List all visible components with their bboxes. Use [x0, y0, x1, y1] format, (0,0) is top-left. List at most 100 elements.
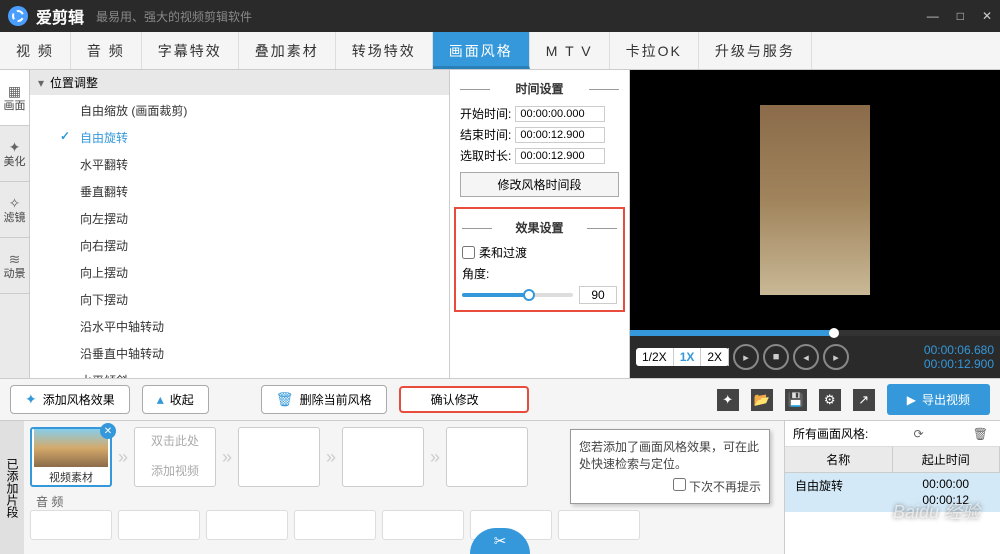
watermark: Baidu 经验	[893, 498, 980, 524]
arrow-icon: »	[118, 447, 128, 468]
sidetab-beauty[interactable]: ✦美化	[0, 126, 29, 182]
tab-overlay[interactable]: 叠加素材	[239, 32, 336, 69]
new-icon[interactable]: ✦	[717, 389, 739, 411]
maximize-button[interactable]: □	[957, 9, 964, 23]
tooltip: 您若添加了画面风格效果，可在此处快速检索与定位。 下次不再提示	[570, 429, 770, 504]
collapse-button[interactable]: ▴收起	[142, 385, 209, 414]
effect-item[interactable]: 自由旋转	[30, 124, 449, 151]
collapse-icon: ▾	[38, 76, 44, 90]
tab-style[interactable]: 画面风格	[433, 32, 530, 69]
start-time-input[interactable]	[515, 106, 605, 122]
save-icon[interactable]: 💾	[785, 389, 807, 411]
empty-clip-slot[interactable]	[238, 427, 320, 487]
app-slogan: 最易用、强大的视频剪辑软件	[96, 8, 252, 25]
arrow-icon: »	[326, 447, 336, 468]
stop-button[interactable]: ■	[763, 344, 789, 370]
effect-item[interactable]: 向右摆动	[30, 232, 449, 259]
video-preview: 1/2X 1X 2X ▸ ■ ◂ ▸ 00:00:06.680 00:00:12…	[630, 70, 1000, 378]
settings-icon[interactable]: ⚙	[819, 389, 841, 411]
effect-item[interactable]: 沿水平中轴转动	[30, 313, 449, 340]
video-canvas[interactable]	[630, 70, 1000, 330]
trash-icon: 🗑	[276, 391, 294, 408]
effect-item[interactable]: 向上摆动	[30, 259, 449, 286]
tab-karaoke[interactable]: 卡拉OK	[610, 32, 699, 69]
audio-track	[30, 510, 778, 540]
tab-subtitle[interactable]: 字幕特效	[142, 32, 239, 69]
effects-category-header[interactable]: ▾ 位置调整	[30, 70, 449, 95]
add-style-button[interactable]: ✦添加风格效果	[10, 385, 130, 414]
open-icon[interactable]: 📂	[751, 389, 773, 411]
wand-icon: ✦	[25, 391, 37, 408]
audio-clip-slot[interactable]	[294, 510, 376, 540]
arrow-icon: »	[430, 447, 440, 468]
effect-item[interactable]: 水平翻转	[30, 151, 449, 178]
settings-panel: 时间设置 开始时间: 结束时间: 选取时长: 修改风格时间段 效果设置 柔和过渡…	[450, 70, 630, 378]
delete-style-button[interactable]: 🗑删除当前风格	[261, 385, 387, 414]
add-video-placeholder[interactable]: 双击此处添加视频	[134, 427, 216, 487]
total-time: 00:00:12.900	[924, 357, 994, 371]
delete-clip-icon[interactable]: ✕	[100, 423, 116, 439]
next-frame-button[interactable]: ▸	[823, 344, 849, 370]
modify-time-button[interactable]: 修改风格时间段	[460, 172, 619, 197]
refresh-icon[interactable]: ⟳	[910, 427, 928, 441]
app-name: 爱剪辑	[36, 4, 84, 28]
title-bar: 爱剪辑 最易用、强大的视频剪辑软件 — □ ✕	[0, 0, 1000, 32]
sidetab-scene[interactable]: ≋动景	[0, 238, 29, 294]
video-clip[interactable]: ✕ 视频素材	[30, 427, 112, 487]
sidetab-filter[interactable]: ✧滤镜	[0, 182, 29, 238]
duration-input[interactable]	[515, 148, 605, 164]
effect-item[interactable]: 自由缩放 (画面裁剪)	[30, 97, 449, 124]
main-tabs: 视 频 音 频 字幕特效 叠加素材 转场特效 画面风格 M T V 卡拉OK 升…	[0, 32, 1000, 70]
angle-slider[interactable]	[462, 293, 573, 297]
playback-progress[interactable]	[630, 330, 1000, 336]
share-icon[interactable]: ↗	[853, 389, 875, 411]
effect-item[interactable]: 沿垂直中轴转动	[30, 340, 449, 367]
timeline-label: 已添加片段	[0, 421, 24, 554]
delete-icon[interactable]: 🗑	[969, 427, 992, 441]
effect-item[interactable]: 水平倾斜	[30, 367, 449, 378]
close-button[interactable]: ✕	[982, 9, 992, 23]
tab-audio[interactable]: 音 频	[71, 32, 142, 69]
watermark-url: jingyan.baidu.com	[891, 530, 980, 542]
prev-frame-button[interactable]: ◂	[793, 344, 819, 370]
action-bar: ✦添加风格效果 ▴收起 🗑删除当前风格 确认修改 ✦ 📂 💾 ⚙ ↗ ▶ 导出视…	[0, 378, 1000, 420]
audio-clip-slot[interactable]	[118, 510, 200, 540]
collapse-icon: ▴	[157, 391, 164, 408]
audio-clip-slot[interactable]	[382, 510, 464, 540]
effect-item[interactable]: 垂直翻转	[30, 178, 449, 205]
end-time-input[interactable]	[515, 127, 605, 143]
soft-transition-checkbox[interactable]	[462, 246, 475, 259]
audio-clip-slot[interactable]	[30, 510, 112, 540]
confirm-button[interactable]: 确认修改	[399, 386, 529, 413]
arrow-icon: »	[222, 447, 232, 468]
tab-upgrade[interactable]: 升级与服务	[699, 32, 812, 69]
export-icon: ▶	[907, 393, 916, 407]
audio-clip-slot[interactable]	[206, 510, 288, 540]
sidetab-frame[interactable]: ▦画面	[0, 70, 29, 126]
empty-clip-slot[interactable]	[342, 427, 424, 487]
col-time: 起止时间	[893, 447, 1000, 472]
play-button[interactable]: ▸	[733, 344, 759, 370]
filter-icon: ✧	[9, 195, 21, 212]
beauty-icon: ✦	[9, 139, 21, 156]
time-section-title: 时间设置	[460, 80, 619, 97]
effect-item[interactable]: 向下摆动	[30, 286, 449, 313]
side-tabs: ▦画面 ✦美化 ✧滤镜 ≋动景	[0, 70, 30, 378]
tab-video[interactable]: 视 频	[0, 32, 71, 69]
tab-transition[interactable]: 转场特效	[336, 32, 433, 69]
tab-mtv[interactable]: M T V	[530, 32, 610, 69]
col-name: 名称	[785, 447, 893, 472]
fx-section-title: 效果设置	[462, 219, 617, 236]
speed-1x[interactable]: 1X	[674, 348, 702, 366]
empty-clip-slot[interactable]	[446, 427, 528, 487]
minimize-button[interactable]: —	[927, 9, 939, 23]
speed-half[interactable]: 1/2X	[636, 348, 674, 366]
speed-2x[interactable]: 2X	[701, 348, 729, 366]
angle-value-input[interactable]	[579, 286, 617, 304]
effect-item[interactable]: 向左摆动	[30, 205, 449, 232]
audio-clip-slot[interactable]	[558, 510, 640, 540]
speed-selector: 1/2X 1X 2X	[636, 348, 729, 366]
frame-icon: ▦	[8, 83, 21, 100]
dont-show-checkbox[interactable]	[673, 478, 686, 491]
export-button[interactable]: ▶ 导出视频	[887, 384, 990, 415]
